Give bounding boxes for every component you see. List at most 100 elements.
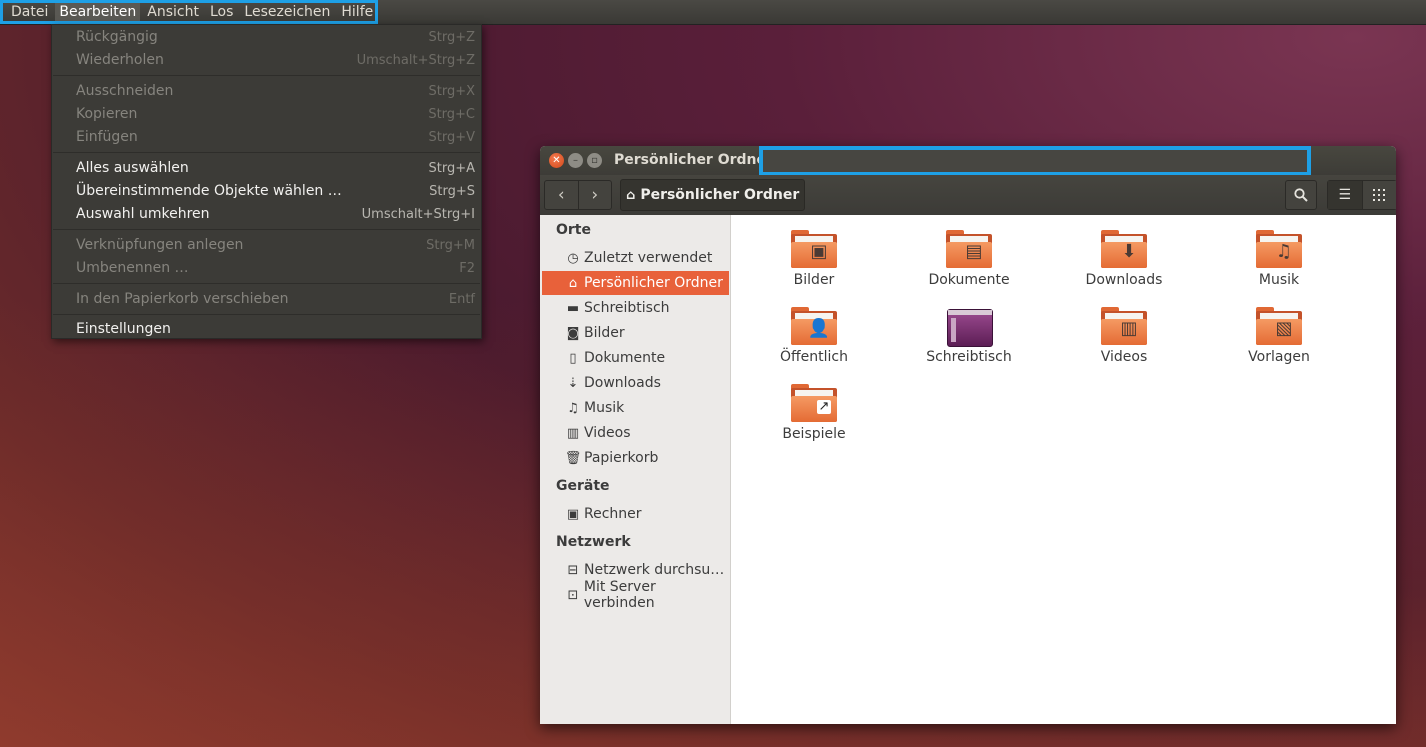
menu-los[interactable]: Los [206, 3, 237, 21]
path-label: Persönlicher Ordner [640, 187, 800, 203]
sidebar-item-recent[interactable]: ◷ Zuletzt verwendet [540, 246, 730, 270]
menu-item-select-all[interactable]: Alles auswählen Strg+A [76, 157, 475, 179]
sidebar-item-music[interactable]: ♫ Musik [540, 396, 730, 420]
music-emblem-icon: ♫ [1275, 241, 1293, 262]
list-view-button[interactable]: ☰ [1328, 181, 1363, 209]
picture-emblem-icon: ▣ [810, 241, 828, 262]
folder-icon: ↗ [791, 384, 837, 422]
file-view: ▣ Bilder ▤ Dokumente ⬇ Downloads ♫ Musik [731, 215, 1396, 724]
drive-icon: ▣ [566, 506, 580, 522]
file-item[interactable]: ▥ Videos [1054, 307, 1194, 365]
search-button[interactable] [1285, 180, 1317, 210]
title-bar[interactable]: ✕ – ▫ Persönlicher Ordner [540, 146, 1396, 176]
menu-item-invert-selection[interactable]: Auswahl umkehren Umschalt+Strg+I [76, 203, 475, 225]
chevron-left-icon: ‹ [557, 185, 565, 205]
menu-separator [53, 229, 480, 230]
maximize-button[interactable]: ▫ [587, 153, 602, 168]
menu-item-paste[interactable]: Einfügen Strg+V [76, 126, 475, 148]
music-icon: ♫ [567, 400, 579, 416]
folder-icon: ▬ [566, 300, 580, 316]
folder-icon: ▣ [791, 230, 837, 268]
server-icon: ⊡ [567, 587, 579, 603]
file-item[interactable]: ⬇ Downloads [1054, 230, 1194, 288]
sidebar-item-computer[interactable]: ▣ Rechner [540, 502, 730, 526]
clock-icon: ◷ [567, 250, 579, 266]
desktop-icon [946, 307, 993, 347]
file-item[interactable]: ▣ Bilder [744, 230, 884, 288]
person-emblem-icon: 👤 [807, 318, 831, 339]
menu-item-redo[interactable]: Wiederholen Umschalt+Strg+Z [76, 49, 475, 71]
minimize-button[interactable]: – [568, 153, 583, 168]
menu-separator [53, 75, 480, 76]
sidebar-item-documents[interactable]: ▯ Dokumente [540, 346, 730, 370]
chevron-right-icon: › [591, 185, 599, 205]
file-item[interactable]: ▤ Dokumente [899, 230, 1039, 288]
sidebar-heading-geraete: Geräte [556, 478, 610, 494]
sidebar-item-home[interactable]: ⌂ Persönlicher Ordner [542, 271, 729, 295]
menu-bar: Datei Bearbeiten Ansicht Los Lesezeichen… [0, 0, 378, 24]
menu-hilfe[interactable]: Hilfe [337, 3, 377, 21]
network-icon: ⊟ [567, 562, 579, 578]
document-icon: ▯ [569, 350, 577, 366]
window-title: Persönlicher Ordner [614, 152, 773, 168]
file-item[interactable]: Schreibtisch [899, 307, 1039, 365]
trash-icon: 🗑 [564, 450, 582, 466]
film-emblem-icon: ▥ [1120, 318, 1138, 339]
file-manager-window: ✕ – ▫ Persönlicher Ordner ‹ › ⌂ Persönli… [540, 146, 1396, 724]
sidebar-item-pictures[interactable]: ◙ Bilder [540, 321, 730, 345]
download-emblem-icon: ⬇ [1121, 241, 1137, 262]
menu-lesezeichen[interactable]: Lesezeichen [240, 3, 334, 21]
file-item[interactable]: ↗ Beispiele [744, 384, 884, 442]
toolbar: ‹ › ⌂ Persönlicher Ordner ☰ [540, 175, 1396, 215]
folder-icon: ▧ [1256, 307, 1302, 345]
forward-button[interactable]: › [579, 181, 612, 209]
menu-item-move-to-trash[interactable]: In den Papierkorb verschieben Entf [76, 288, 475, 310]
menu-item-select-matching[interactable]: Übereinstimmende Objekte wählen … Strg+S [76, 180, 475, 202]
folder-icon: 👤 [791, 307, 837, 345]
grid-view-button[interactable] [1362, 181, 1396, 209]
back-button[interactable]: ‹ [545, 181, 579, 209]
menu-separator [53, 283, 480, 284]
document-emblem-icon: ▤ [965, 241, 983, 262]
folder-icon: ♫ [1256, 230, 1302, 268]
menu-item-rename[interactable]: Umbenennen … F2 [76, 257, 475, 279]
menu-item-make-links[interactable]: Verknüpfungen anlegen Strg+M [76, 234, 475, 256]
title-highlight-box [759, 146, 1311, 176]
menu-item-undo[interactable]: Rückgängig Strg+Z [76, 26, 475, 48]
template-emblem-icon: ▧ [1275, 318, 1293, 339]
sidebar-item-connect-server[interactable]: ⊡ Mit Server verbinden [540, 579, 730, 611]
link-emblem-icon: ↗ [817, 399, 831, 414]
sidebar-item-desktop[interactable]: ▬ Schreibtisch [540, 296, 730, 320]
camera-icon: ◙ [566, 325, 580, 341]
sidebar-item-downloads[interactable]: ⇣ Downloads [540, 371, 730, 395]
folder-icon: ▥ [1101, 307, 1147, 345]
file-item[interactable]: 👤 Öffentlich [744, 307, 884, 365]
menu-item-preferences[interactable]: Einstellungen [76, 318, 475, 340]
list-icon: ☰ [1338, 187, 1352, 203]
menu-ansicht[interactable]: Ansicht [143, 3, 203, 21]
close-button[interactable]: ✕ [549, 153, 564, 168]
file-item[interactable]: ▧ Vorlagen [1209, 307, 1349, 365]
menu-separator [53, 314, 480, 315]
menu-separator [53, 152, 480, 153]
view-toggle: ☰ [1327, 180, 1396, 210]
film-icon: ▥ [566, 425, 580, 441]
menu-item-copy[interactable]: Kopieren Strg+C [76, 103, 475, 125]
home-icon: ⌂ [626, 187, 636, 203]
sidebar-item-trash[interactable]: 🗑 Papierkorb [540, 446, 730, 470]
menu-datei[interactable]: Datei [7, 3, 52, 21]
menu-item-cut[interactable]: Ausschneiden Strg+X [76, 80, 475, 102]
nav-buttons: ‹ › [544, 180, 612, 210]
menu-bearbeiten[interactable]: Bearbeiten [55, 3, 141, 21]
sidebar-item-videos[interactable]: ▥ Videos [540, 421, 730, 445]
places-sidebar: Orte ◷ Zuletzt verwendet ⌂ Persönlicher Or… [540, 215, 731, 724]
folder-icon: ▤ [946, 230, 992, 268]
top-panel: Datei Bearbeiten Ansicht Los Lesezeichen… [0, 0, 1426, 25]
path-button-home[interactable]: ⌂ Persönlicher Ordner [620, 179, 806, 211]
folder-icon: ⬇ [1101, 230, 1147, 268]
file-item[interactable]: ♫ Musik [1209, 230, 1349, 288]
sidebar-heading-netzwerk: Netzwerk [556, 534, 631, 550]
sidebar-heading-orte: Orte [556, 222, 591, 238]
grid-icon [1373, 189, 1386, 201]
home-icon: ⌂ [568, 275, 578, 291]
